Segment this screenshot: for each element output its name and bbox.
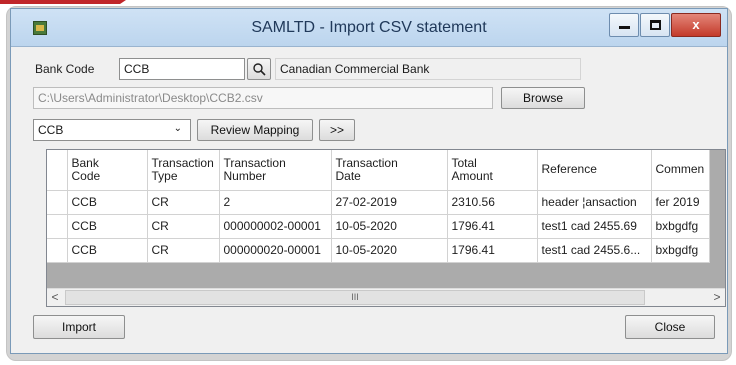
- table-cell[interactable]: 1796.41: [447, 214, 538, 239]
- table-cell[interactable]: 2310.56: [447, 190, 538, 215]
- browse-button[interactable]: Browse: [501, 87, 585, 109]
- table-cell[interactable]: 000000002-00001: [219, 214, 332, 239]
- table-cell[interactable]: CR: [147, 190, 220, 215]
- table-cell[interactable]: 10-05-2020: [331, 238, 448, 263]
- column-header[interactable]: Transaction Number: [219, 150, 332, 191]
- import-csv-window: SAMLTD - Import CSV statement x Bank Cod…: [10, 8, 728, 354]
- close-window-button[interactable]: x: [671, 13, 721, 37]
- scroll-right-button[interactable]: >: [709, 289, 725, 306]
- column-header[interactable]: Transaction Type: [147, 150, 220, 191]
- bank-code-label: Bank Code: [35, 62, 95, 76]
- table-cell[interactable]: bxbgdfg: [651, 214, 710, 239]
- table-cell[interactable]: fer 2019: [651, 190, 710, 215]
- table-cell[interactable]: 10-05-2020: [331, 214, 448, 239]
- scroll-left-button[interactable]: <: [47, 289, 63, 306]
- import-button[interactable]: Import: [33, 315, 125, 339]
- statement-table: Bank Code Transaction Type Transaction N…: [47, 150, 710, 263]
- maximize-icon: [650, 20, 661, 30]
- bank-name-display: Canadian Commercial Bank: [275, 58, 581, 80]
- row-selector[interactable]: [47, 214, 68, 239]
- search-icon: [253, 63, 266, 76]
- close-button[interactable]: Close: [625, 315, 715, 339]
- table-cell[interactable]: 2: [219, 190, 332, 215]
- bank-code-input[interactable]: CCB: [119, 58, 245, 80]
- table-cell[interactable]: test1 cad 2455.69: [537, 214, 652, 239]
- mapping-select[interactable]: CCB ⌄: [33, 119, 191, 141]
- table-cell[interactable]: 000000020-00001: [219, 238, 332, 263]
- mapping-select-value: CCB: [38, 123, 64, 137]
- chevron-down-icon: ⌄: [173, 123, 182, 134]
- table-cell[interactable]: CCB: [67, 190, 148, 215]
- table-row[interactable]: CCB CR 000000002-00001 10-05-2020 1796.4…: [47, 214, 710, 239]
- row-selector[interactable]: [47, 238, 68, 263]
- column-header[interactable]: Reference: [537, 150, 652, 191]
- maximize-button[interactable]: [640, 13, 670, 37]
- next-button[interactable]: >>: [319, 119, 355, 141]
- top-accent-strip: [0, 0, 126, 4]
- minimize-button[interactable]: [609, 13, 639, 37]
- table-cell[interactable]: CCB: [67, 214, 148, 239]
- table-row[interactable]: CCB CR 000000020-00001 10-05-2020 1796.4…: [47, 238, 710, 263]
- row-selector[interactable]: [47, 190, 68, 215]
- table-cell[interactable]: bxbgdfg: [651, 238, 710, 263]
- table-cell[interactable]: test1 cad 2455.6...: [537, 238, 652, 263]
- column-header[interactable]: Total Amount: [447, 150, 538, 191]
- table-cell[interactable]: header ¦ansaction: [537, 190, 652, 215]
- column-header[interactable]: Commen: [651, 150, 710, 191]
- file-path-input[interactable]: C:\Users\Administrator\Desktop\CCB2.csv: [33, 87, 493, 109]
- table-header-row: Bank Code Transaction Type Transaction N…: [47, 150, 710, 191]
- row-header-corner: [47, 150, 68, 191]
- statement-grid: Bank Code Transaction Type Transaction N…: [46, 149, 726, 307]
- table-cell[interactable]: CCB: [67, 238, 148, 263]
- table-row[interactable]: CCB CR 2 27-02-2019 2310.56 header ¦ansa…: [47, 190, 710, 215]
- minimize-icon: [619, 26, 630, 29]
- table-cell[interactable]: 1796.41: [447, 238, 538, 263]
- scrollbar-thumb[interactable]: III: [65, 290, 645, 305]
- column-header[interactable]: Bank Code: [67, 150, 148, 191]
- table-cell[interactable]: 27-02-2019: [331, 190, 448, 215]
- table-cell[interactable]: CR: [147, 214, 220, 239]
- column-header[interactable]: Transaction Date: [331, 150, 448, 191]
- table-cell[interactable]: CR: [147, 238, 220, 263]
- review-mapping-button[interactable]: Review Mapping: [197, 119, 313, 141]
- title-bar[interactable]: SAMLTD - Import CSV statement x: [11, 9, 727, 47]
- horizontal-scrollbar[interactable]: < III >: [47, 288, 725, 306]
- close-icon: x: [692, 17, 700, 32]
- bank-code-search-button[interactable]: [247, 58, 271, 80]
